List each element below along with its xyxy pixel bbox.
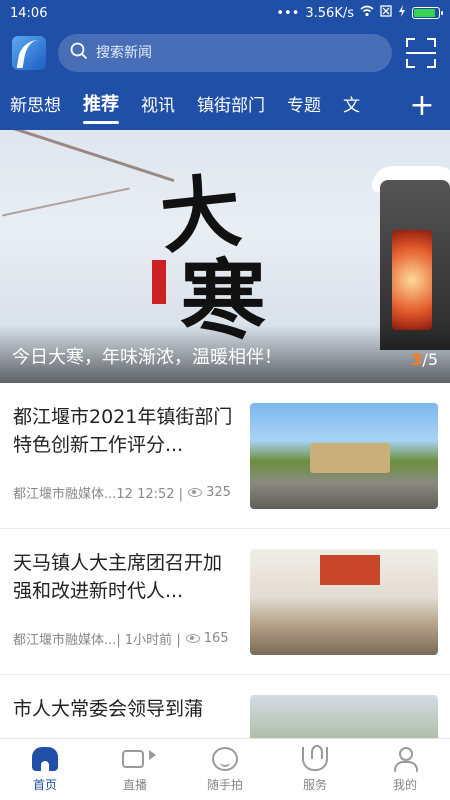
tab-xinsixiang[interactable]: 新思想 xyxy=(10,91,61,120)
banner-caption-bar: 今日大寒，年味渐浓，温暖相伴！ 3/5 xyxy=(0,325,450,383)
nav-mine[interactable]: 我的 xyxy=(360,739,450,800)
news-source: 都江堰市融媒体...12 12:52 | xyxy=(13,487,184,502)
signal-dots: ••• xyxy=(276,5,300,21)
news-thumbnail[interactable] xyxy=(250,549,438,655)
channel-tabs: 新思想 推荐 视讯 镇街部门 专题 文 + xyxy=(0,80,450,130)
banner-pager: 3/5 xyxy=(411,350,438,369)
pager-current: 3 xyxy=(411,350,423,369)
nav-snapshot-label: 随手拍 xyxy=(206,777,243,792)
nav-service[interactable]: 服务 xyxy=(270,739,360,800)
search-input[interactable] xyxy=(96,45,316,61)
tab-tuijian[interactable]: 推荐 xyxy=(83,90,119,124)
banner-caption: 今日大寒，年味渐浓，温暖相伴！ xyxy=(12,347,282,368)
news-item[interactable]: 市人大常委会领导到蒲 xyxy=(0,675,450,738)
wifi-icon xyxy=(360,5,374,21)
nav-live-label: 直播 xyxy=(122,777,147,792)
nav-home[interactable]: 首页 xyxy=(0,739,90,800)
news-item[interactable]: 都江堰市2021年镇街部门特色创新工作评分... 都江堰市融媒体...12 12… xyxy=(0,383,450,529)
sim-off-icon xyxy=(380,5,392,21)
battery-icon xyxy=(412,7,443,19)
news-thumbnail[interactable] xyxy=(250,695,438,738)
pager-total: /5 xyxy=(422,350,438,369)
top-bar: 14:06 ••• 3.56K/s 新思想 xyxy=(0,0,450,130)
service-icon xyxy=(302,744,328,771)
news-title[interactable]: 市人大常委会领导到蒲 xyxy=(13,695,238,738)
tab-wen[interactable]: 文 xyxy=(343,91,360,120)
nav-service-label: 服务 xyxy=(302,777,327,792)
news-thumbnail[interactable] xyxy=(250,403,438,509)
chat-icon xyxy=(212,746,238,771)
red-seal xyxy=(152,260,166,304)
tab-zhuanti[interactable]: 专题 xyxy=(287,91,321,120)
news-title[interactable]: 都江堰市2021年镇街部门特色创新工作评分... xyxy=(13,403,238,459)
news-title[interactable]: 天马镇人大主席团召开加强和改进新时代人... xyxy=(13,549,238,605)
news-views: 165 xyxy=(203,631,229,646)
news-views: 325 xyxy=(206,485,231,500)
views-icon xyxy=(185,634,200,643)
scan-icon[interactable] xyxy=(404,36,438,70)
search-bar[interactable] xyxy=(58,34,392,72)
profile-icon xyxy=(392,746,418,772)
views-icon xyxy=(188,488,203,497)
news-meta: 都江堰市融媒体...12 12:52 | 325 xyxy=(13,483,231,502)
tab-zhenjie-bumen[interactable]: 镇街部门 xyxy=(197,91,265,120)
add-channel-button[interactable]: + xyxy=(394,80,450,130)
search-icon xyxy=(70,42,88,64)
video-icon xyxy=(122,749,144,768)
nav-mine-label: 我的 xyxy=(392,777,417,792)
banner-carousel[interactable]: 大 寒 今日大寒，年味渐浓，温暖相伴！ 3/5 xyxy=(0,130,450,383)
nav-live[interactable]: 直播 xyxy=(90,739,180,800)
nav-snapshot[interactable]: 随手拍 xyxy=(180,739,270,800)
tab-shixun[interactable]: 视讯 xyxy=(141,91,175,120)
app-logo-icon[interactable] xyxy=(12,36,46,70)
status-bar: 14:06 ••• 3.56K/s xyxy=(0,0,450,26)
nav-home-label: 首页 xyxy=(32,777,57,792)
bottom-navigation: 首页 直播 随手拍 服务 我的 xyxy=(0,738,450,800)
news-feed: 都江堰市2021年镇街部门特色创新工作评分... 都江堰市融媒体...12 12… xyxy=(0,383,450,738)
status-time: 14:06 xyxy=(10,5,48,21)
news-source: 都江堰市融媒体...| 1小时前 | xyxy=(13,633,181,648)
network-speed: 3.56K/s xyxy=(305,5,354,21)
news-item[interactable]: 天马镇人大主席团召开加强和改进新时代人... 都江堰市融媒体...| 1小时前 … xyxy=(0,529,450,675)
home-icon xyxy=(32,746,58,771)
charging-icon xyxy=(398,5,406,21)
news-meta: 都江堰市融媒体...| 1小时前 | 165 xyxy=(13,629,229,648)
